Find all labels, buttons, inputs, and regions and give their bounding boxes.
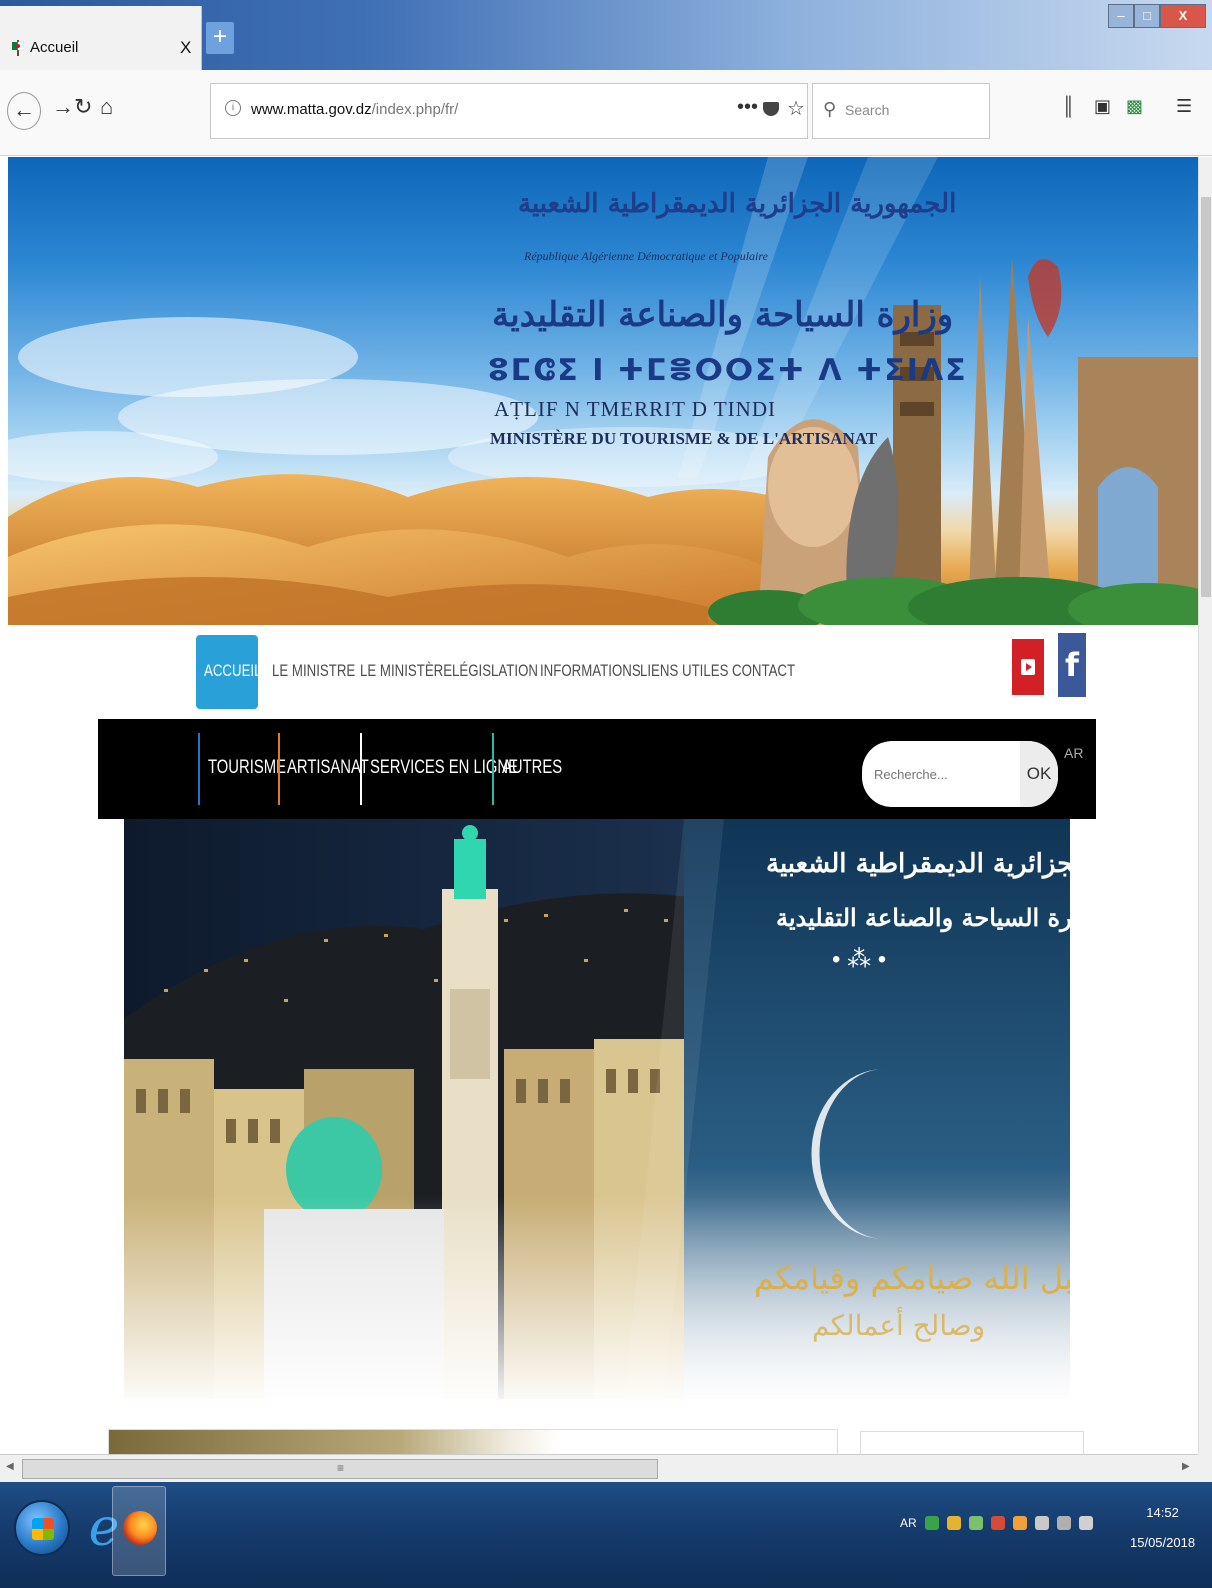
menu-item-le-ministre[interactable]: LE MINISTRE — [272, 661, 355, 681]
slide-greeting-line2: وصالح أعمالكم — [812, 1309, 986, 1342]
content-box-right — [860, 1431, 1084, 1454]
secondary-menu: TOURISME ARTISANAT SERVICES EN LIGNE AUT… — [98, 719, 1096, 819]
youtube-icon[interactable] — [1012, 639, 1044, 695]
action-center-flag-icon[interactable] — [1056, 1516, 1071, 1530]
address-url[interactable]: www.matta.gov.dz/index.php/fr/ — [251, 101, 458, 118]
address-bar[interactable]: i www.matta.gov.dz/index.php/fr/ ••• ☆ — [210, 83, 808, 139]
page-viewport: الجمهورية الجزائرية الديمقراطية الشعبية … — [0, 157, 1198, 1454]
menu-item-accueil[interactable]: ACCUEIL — [196, 635, 262, 709]
menu-item-label: ACCUEIL — [204, 661, 262, 680]
banner-french-republic: République Algérienne Démocratique et Po… — [524, 249, 768, 263]
slide-ornament: • ⁂ • — [832, 946, 887, 973]
browser-toolbar: ← → ↻ ⌂ i www.matta.gov.dz/index.php/fr/… — [0, 70, 1212, 156]
menu-item-liens-utiles[interactable]: LIENS UTILES — [640, 661, 728, 681]
page-actions-button[interactable]: ••• — [737, 96, 758, 119]
submenu-item-artisanat[interactable]: ARTISANAT — [287, 757, 369, 779]
submenu-item-autres[interactable]: AUTRES — [502, 757, 562, 779]
bookmark-star-icon[interactable]: ☆ — [787, 96, 805, 121]
volume-icon[interactable] — [1034, 1516, 1049, 1530]
submenu-item-tourisme[interactable]: TOURISME — [208, 757, 286, 779]
taskbar: e AR 14:52 15/05/2018 — [0, 1482, 1212, 1588]
banner-arabic-ministry: وزارة السياحة والصناعة التقليدية — [492, 295, 954, 335]
system-clock[interactable]: 14:52 15/05/2018 — [1130, 1498, 1195, 1558]
back-arrow-icon: ← — [13, 97, 35, 122]
vertical-scroll-thumb[interactable] — [1201, 197, 1211, 597]
scroll-left-arrow-icon[interactable]: ◀ — [6, 1461, 14, 1472]
maximize-button[interactable]: □ — [1134, 4, 1160, 28]
tray-app-icon[interactable] — [924, 1516, 939, 1530]
back-button[interactable]: ← — [7, 92, 41, 130]
firefox-icon — [123, 1511, 157, 1545]
search-icon: ⚲ — [823, 99, 837, 119]
sidebar-icon[interactable]: ▣ — [1094, 96, 1111, 117]
system-tray: AR — [900, 1516, 1093, 1530]
tray-app-icon[interactable] — [946, 1516, 961, 1530]
menu-separator — [360, 733, 362, 805]
scroll-right-arrow-icon[interactable]: ▶ — [1182, 1461, 1190, 1472]
browser-search-box[interactable]: ⚲ Search — [812, 83, 990, 139]
banner-berber-latin: AṬLIF N TMERRIT D TINDI — [494, 397, 776, 421]
scrollbar-corner — [1198, 1454, 1212, 1482]
menu-item-contact[interactable]: CONTACT — [732, 661, 795, 681]
clock-time: 14:52 — [1146, 1505, 1179, 1520]
browser-title-bar: Accueil X + – □ X — [0, 0, 1212, 70]
menu-separator — [278, 733, 280, 805]
slide-greeting-line1: تقبل الله صيامكم وقيامكم — [754, 1259, 1070, 1297]
network-icon[interactable] — [1078, 1516, 1093, 1530]
hero-slide: الجمهورية الجزائرية الديمقراطية الشعبية … — [124, 819, 1070, 1399]
tab-close-button[interactable]: X — [180, 38, 191, 58]
banner-french-ministry: MINISTÈRE DU TOURISME & DE L'ARTISANAT — [490, 429, 878, 448]
close-window-button[interactable]: X — [1160, 4, 1206, 28]
url-domain: www.matta.gov.dz — [251, 101, 372, 118]
tab-title: Accueil — [30, 39, 79, 56]
site-favicon-icon — [12, 40, 24, 56]
banner-scenery — [8, 157, 1198, 625]
minimize-button[interactable]: – — [1108, 4, 1134, 28]
vertical-scrollbar[interactable] — [1198, 157, 1212, 1454]
language-switch-ar[interactable]: AR — [1064, 745, 1083, 761]
keyboard-language[interactable]: AR — [900, 1516, 917, 1530]
pocket-icon[interactable] — [763, 102, 779, 116]
site-search: OK — [862, 741, 1058, 807]
header-banner: الجمهورية الجزائرية الديمقراطية الشعبية … — [8, 157, 1198, 625]
start-button[interactable] — [14, 1500, 70, 1556]
home-button[interactable]: ⌂ — [100, 94, 113, 120]
menu-item-legislation[interactable]: LÉGISLATION — [452, 661, 538, 681]
main-menu: ACCUEIL LE MINISTRE LE MINISTÈRE LÉGISLA… — [98, 625, 1096, 719]
library-icon[interactable]: ║ — [1062, 96, 1075, 117]
reload-button[interactable]: ↻ — [74, 94, 92, 120]
tray-app-icon[interactable] — [990, 1516, 1005, 1530]
banner-arabic-republic: الجمهورية الجزائرية الديمقراطية الشعبية — [518, 189, 957, 219]
horizontal-scrollbar[interactable]: ◀ ≡ ▶ — [0, 1454, 1198, 1482]
scroll-grip-icon: ≡ — [337, 1461, 345, 1475]
content-box-left — [108, 1429, 838, 1454]
clock-date: 15/05/2018 — [1130, 1535, 1196, 1550]
site-search-input[interactable] — [874, 759, 1004, 789]
tray-app-icon[interactable] — [968, 1516, 983, 1530]
site-search-button[interactable]: OK — [1020, 741, 1058, 807]
horizontal-scroll-thumb[interactable]: ≡ — [22, 1459, 658, 1479]
slide-arabic-ministry: وزارة السياحة والصناعة التقليدية — [776, 903, 1070, 932]
facebook-icon[interactable]: f — [1058, 633, 1086, 697]
slide-arabic-republic: الجمهورية الجزائرية الديمقراطية الشعبية — [766, 849, 1070, 879]
forward-button[interactable]: → — [52, 94, 74, 120]
menu-icon[interactable]: ☰ — [1176, 96, 1192, 117]
submenu-item-services-en-ligne[interactable]: SERVICES EN LIGNE — [370, 757, 518, 779]
banner-tifinagh-ministry: ⵓⵎⵛⵉ ⵏ ⵜⵎⴻⵔⵔⵉⵜ ⴷ ⵜⵉⵏⴷⵉ — [488, 353, 968, 388]
window-controls: – □ X — [1108, 4, 1208, 28]
menu-separator — [492, 733, 494, 805]
new-tab-button[interactable]: + — [206, 22, 234, 54]
extension-icon[interactable]: ▩ — [1126, 96, 1143, 117]
menu-separator — [198, 733, 200, 805]
menu-item-le-ministere[interactable]: LE MINISTÈRE — [360, 661, 452, 681]
windows-logo-icon — [32, 1518, 54, 1540]
search-placeholder: Search — [845, 102, 890, 118]
tray-app-icon[interactable] — [1012, 1516, 1027, 1530]
menu-item-informations[interactable]: INFORMATIONS — [540, 661, 641, 681]
url-path: /index.php/fr/ — [371, 101, 459, 118]
firefox-taskbar-button[interactable] — [112, 1486, 166, 1576]
tab-accueil[interactable]: Accueil X — [0, 6, 202, 70]
site-info-icon[interactable]: i — [225, 100, 241, 116]
